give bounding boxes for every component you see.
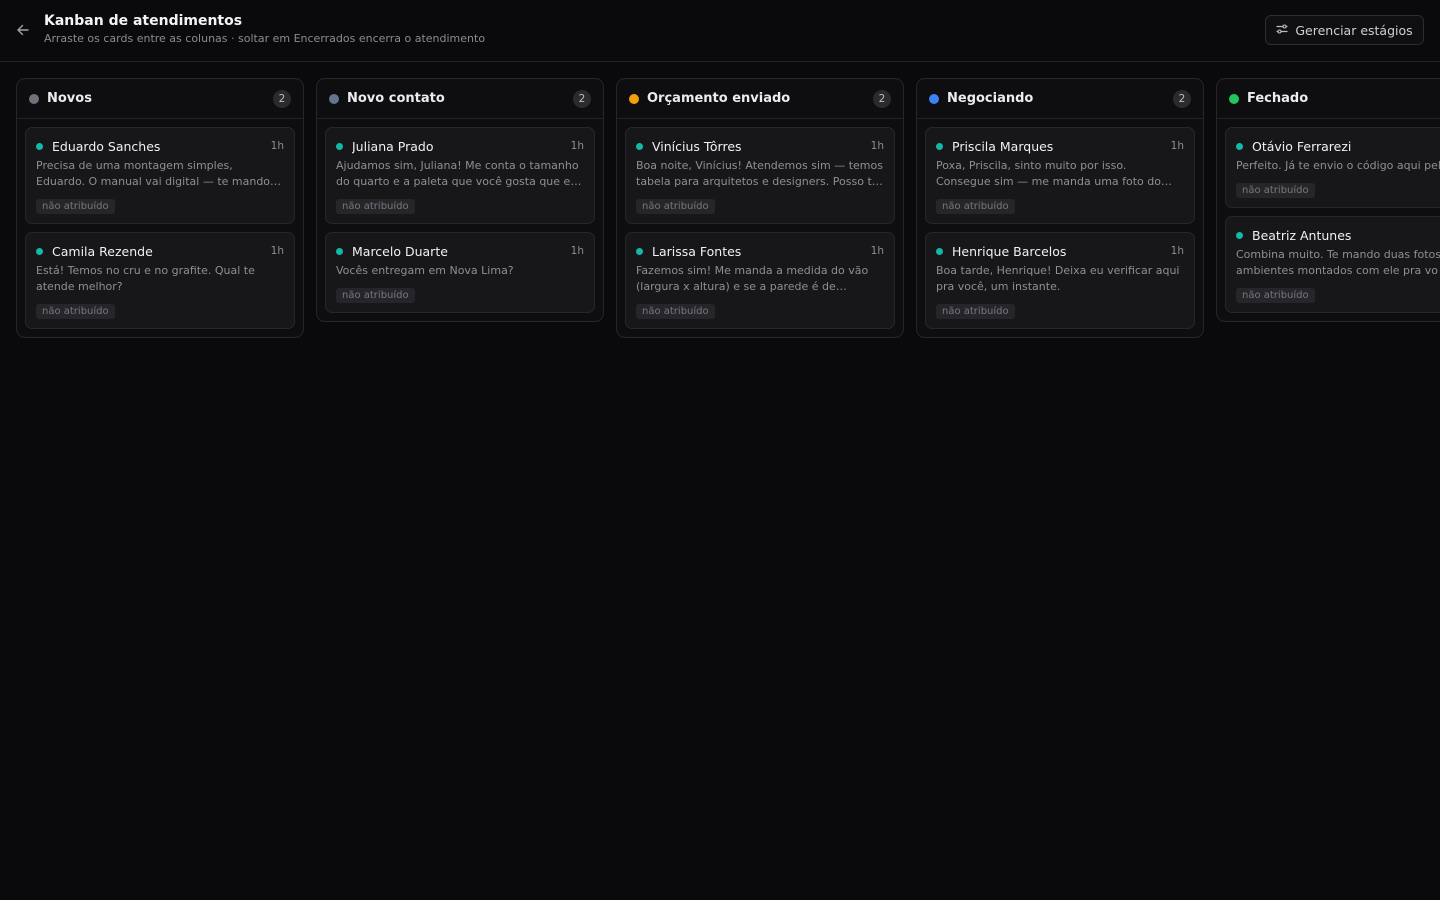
lead-card[interactable]: Beatriz Antunes Combina muito. Te mando … <box>1225 216 1440 313</box>
status-dot <box>636 142 643 150</box>
status-dot <box>336 142 343 150</box>
contact-name: Marcelo Duarte <box>352 243 448 259</box>
column-negociando: Negociando 2 Priscila Marques 1h Poxa, P… <box>916 78 1204 338</box>
lead-card[interactable]: Otávio Ferrarezi Perfeito. Já te envio o… <box>1225 127 1440 208</box>
column-count-badge: 2 <box>1173 89 1191 108</box>
lead-card[interactable]: Camila Rezende 1h Está! Temos no cru e n… <box>25 232 295 329</box>
assignee-tag: não atribuído <box>1236 183 1315 198</box>
column-count-badge: 2 <box>273 89 291 108</box>
lead-card[interactable]: Henrique Barcelos 1h Boa tarde, Henrique… <box>925 232 1195 329</box>
last-message: Boa tarde, Henrique! Deixa eu verificar … <box>936 264 1180 293</box>
contact-name: Camila Rezende <box>52 243 153 259</box>
status-dot <box>36 247 43 255</box>
sliders-icon <box>1276 23 1288 38</box>
last-message: Combina muito. Te mando duas fotos ambie… <box>1236 248 1440 277</box>
status-dot <box>1236 231 1243 239</box>
lead-card[interactable]: Eduardo Sanches 1h Precisa de uma montag… <box>25 127 295 224</box>
manage-stages-button[interactable]: Gerenciar estágios <box>1265 15 1424 45</box>
page-subtitle: Arraste os cards entre as colunas · solt… <box>44 32 486 45</box>
assignee-tag: não atribuído <box>936 304 1015 319</box>
status-dot <box>636 247 643 255</box>
lead-card[interactable]: Priscila Marques 1h Poxa, Priscila, sint… <box>925 127 1195 224</box>
assignee-tag: não atribuído <box>336 199 415 214</box>
last-message: Está! Temos no cru e no grafite. Qual te… <box>36 264 255 293</box>
column-color-dot <box>329 93 339 104</box>
contact-name: Juliana Prado <box>352 138 434 154</box>
assignee-tag: não atribuído <box>1236 288 1315 303</box>
column-orcamento-enviado: Orçamento enviado 2 Vinícius Tôrres 1h B… <box>616 78 904 338</box>
lead-card[interactable]: Vinícius Tôrres 1h Boa noite, Vinícius! … <box>625 127 895 224</box>
last-message: Poxa, Priscila, sinto muito por isso. Co… <box>936 159 1173 188</box>
card-time: 1h <box>270 140 284 152</box>
assignee-tag: não atribuído <box>636 304 715 319</box>
status-dot <box>1236 142 1243 150</box>
column-title: Novos <box>47 91 92 106</box>
lead-card[interactable]: Marcelo Duarte 1h Vocês entregam em Nova… <box>325 232 595 313</box>
assignee-tag: não atribuído <box>636 199 715 214</box>
column-title: Orçamento enviado <box>647 91 791 106</box>
card-time: 1h <box>870 140 884 152</box>
contact-name: Eduardo Sanches <box>52 138 161 154</box>
contact-name: Henrique Barcelos <box>952 243 1067 259</box>
column-color-dot <box>1229 93 1239 104</box>
last-message: Boa noite, Vinícius! Atendemos sim — tem… <box>636 159 883 188</box>
card-time: 1h <box>1170 245 1184 257</box>
card-time: 1h <box>270 245 284 257</box>
column-color-dot <box>29 93 39 104</box>
last-message: Vocês entregam em Nova Lima? <box>336 264 514 277</box>
lead-card[interactable]: Juliana Prado 1h Ajudamos sim, Juliana! … <box>325 127 595 224</box>
contact-name: Beatriz Antunes <box>1252 227 1352 243</box>
last-message: Precisa de uma montagem simples, Eduardo… <box>36 159 282 188</box>
column-title: Negociando <box>947 91 1034 106</box>
column-novos: Novos 2 Eduardo Sanches 1h Precisa de um… <box>16 78 304 338</box>
column-header: Fechado <box>1217 79 1440 119</box>
column-color-dot <box>929 93 939 104</box>
column-header: Orçamento enviado 2 <box>617 79 903 119</box>
column-title: Fechado <box>1247 91 1309 106</box>
card-time: 1h <box>870 245 884 257</box>
column-header: Negociando 2 <box>917 79 1203 119</box>
column-count-badge: 2 <box>573 89 591 108</box>
column-title: Novo contato <box>347 91 445 106</box>
column-header: Novos 2 <box>17 79 303 119</box>
last-message: Ajudamos sim, Juliana! Me conta o tamanh… <box>336 159 582 188</box>
contact-name: Larissa Fontes <box>652 243 742 259</box>
page-header: Kanban de atendimentos Arraste os cards … <box>0 0 1440 62</box>
assignee-tag: não atribuído <box>336 288 415 303</box>
last-message: Perfeito. Já te envio o código aqui pel <box>1236 159 1440 172</box>
card-time: 1h <box>570 245 584 257</box>
card-time: 1h <box>570 140 584 152</box>
assignee-tag: não atribuído <box>36 199 115 214</box>
card-time: 1h <box>1170 140 1184 152</box>
column-fechado: Fechado Otávio Ferrarezi Perfeito. Já te… <box>1216 78 1440 322</box>
kanban-board: Novos 2 Eduardo Sanches 1h Precisa de um… <box>0 62 1440 900</box>
back-arrow-icon[interactable] <box>12 19 34 41</box>
status-dot <box>936 247 943 255</box>
page-title: Kanban de atendimentos <box>44 13 243 29</box>
column-color-dot <box>629 93 639 104</box>
column-count-badge: 2 <box>873 89 891 108</box>
assignee-tag: não atribuído <box>36 304 115 319</box>
status-dot <box>336 247 343 255</box>
last-message: Fazemos sim! Me manda a medida do vão (l… <box>636 264 869 293</box>
column-header: Novo contato 2 <box>317 79 603 119</box>
status-dot <box>36 142 43 150</box>
lead-card[interactable]: Larissa Fontes 1h Fazemos sim! Me manda … <box>625 232 895 329</box>
contact-name: Otávio Ferrarezi <box>1252 138 1352 154</box>
assignee-tag: não atribuído <box>936 199 1015 214</box>
status-dot <box>936 142 943 150</box>
column-novo-contato: Novo contato 2 Juliana Prado 1h Ajudamos… <box>316 78 604 322</box>
contact-name: Priscila Marques <box>952 138 1054 154</box>
contact-name: Vinícius Tôrres <box>652 138 742 154</box>
manage-stages-label: Gerenciar estágios <box>1295 22 1413 38</box>
